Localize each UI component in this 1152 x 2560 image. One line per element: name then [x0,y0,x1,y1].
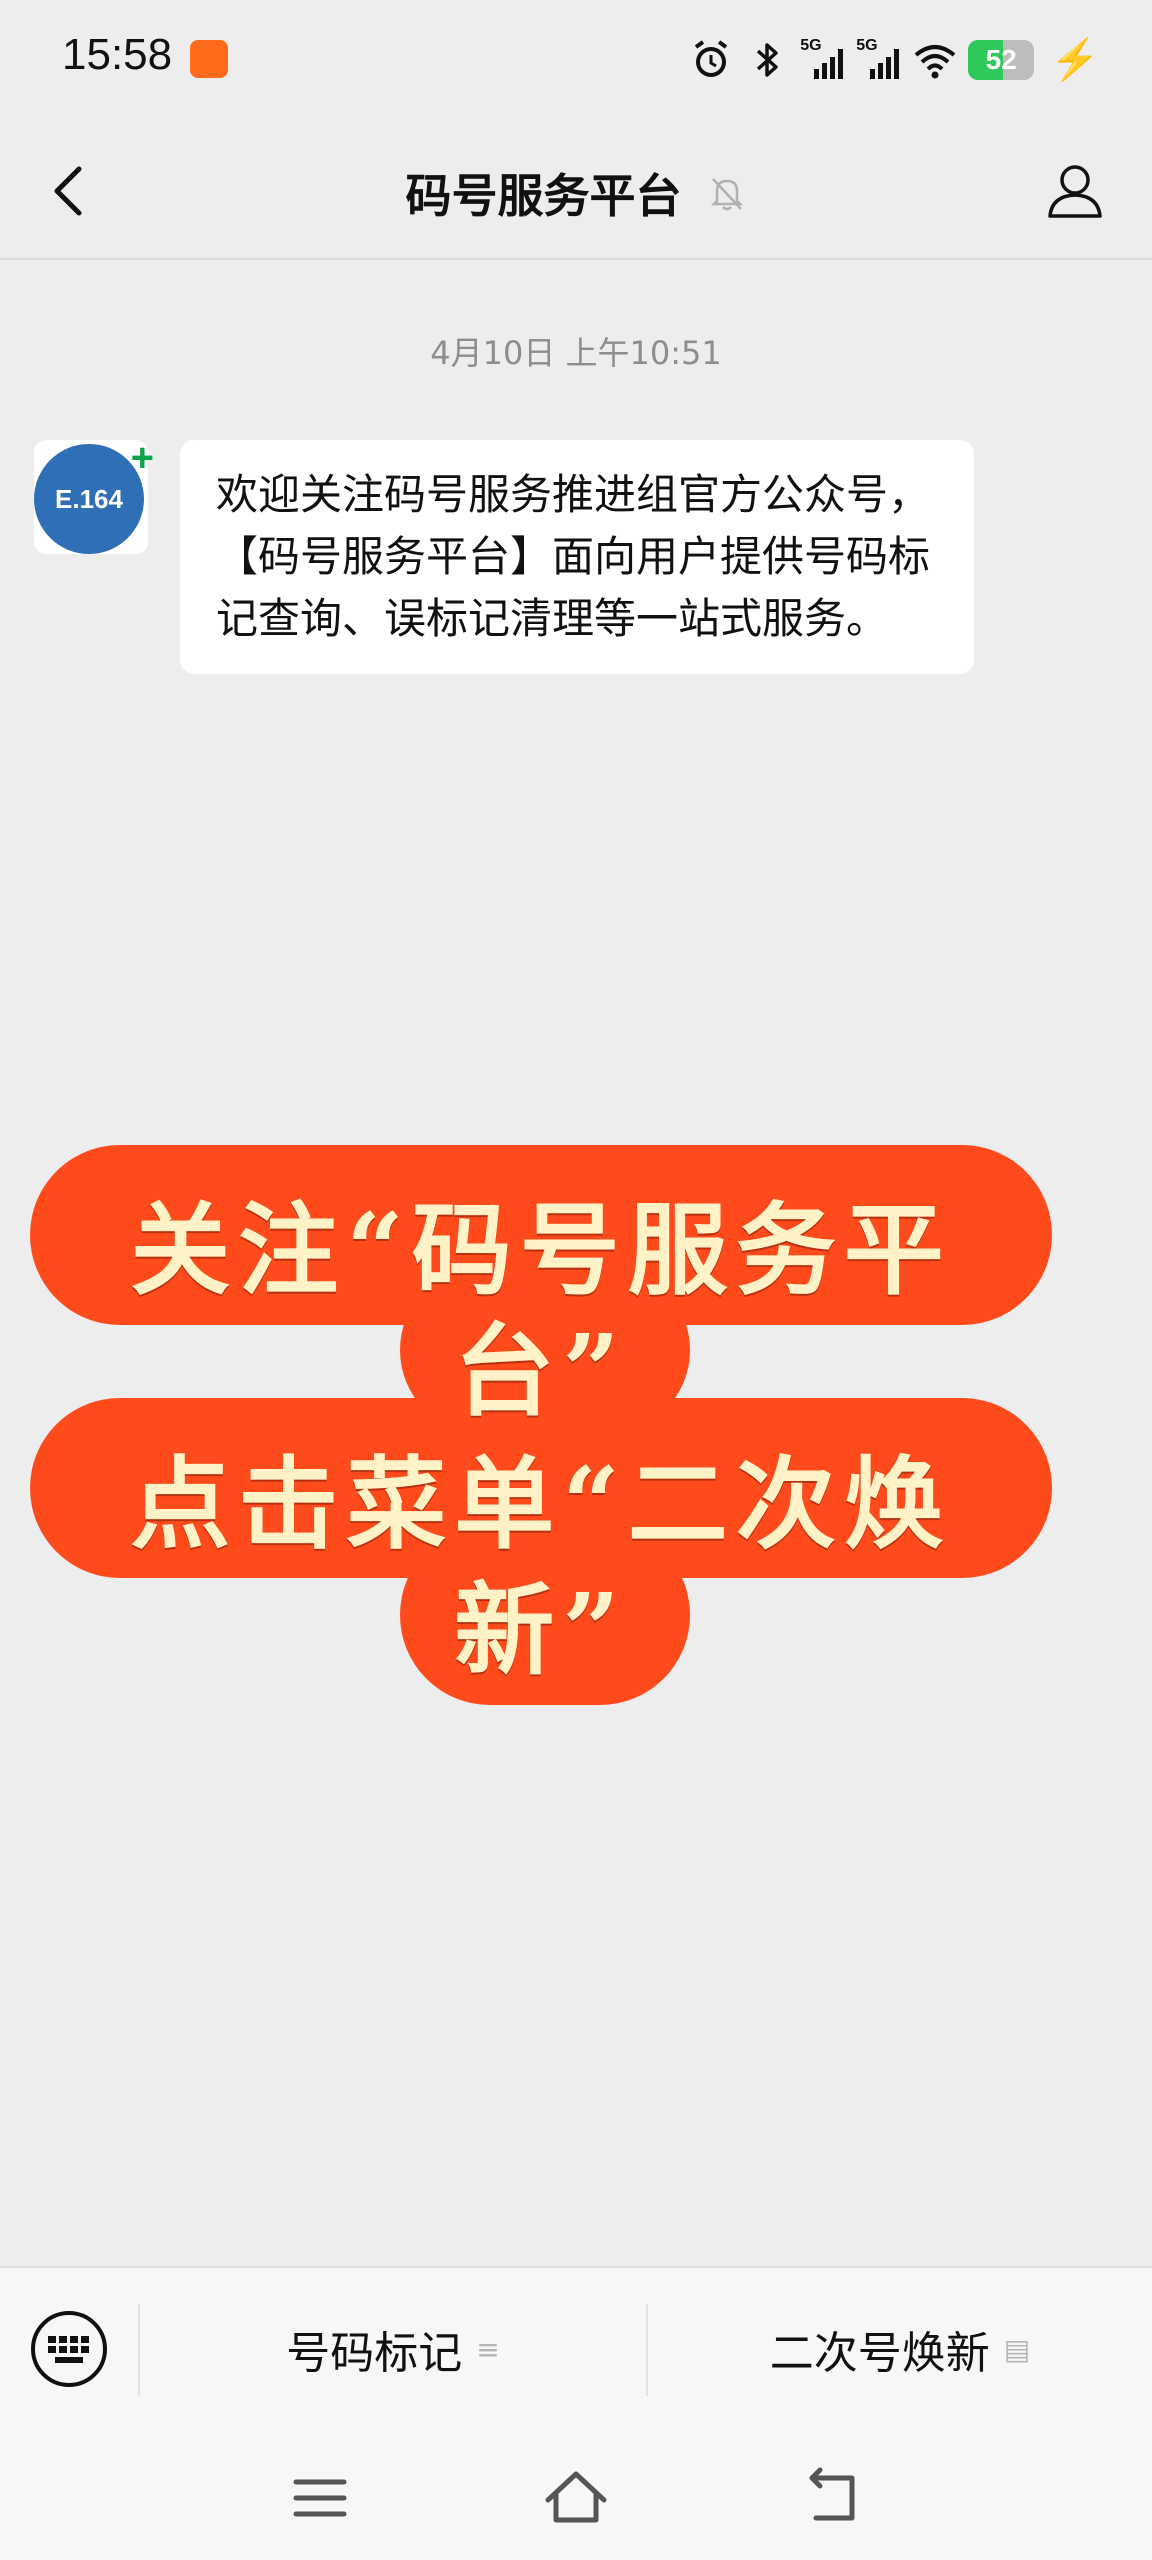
banner-line-2: 台” [454,1312,628,1430]
system-nav-bar [0,2428,1152,2560]
plus-icon: + [130,436,154,480]
nav-title-wrap: 码号服务平台 [0,160,1152,223]
bottom-menu: 号码标记 ≡ 二次号焕新 ▤ [0,2266,1152,2430]
back-nav-icon[interactable] [794,2458,874,2538]
bluetooth-icon [757,42,778,77]
keyboard-icon[interactable] [28,2308,110,2390]
signal-5g-icon: 5G [856,37,902,83]
menu-item-number-mark[interactable]: 号码标记 ≡ [140,2268,646,2430]
menu-item-label: 二次号焕新 [769,2328,990,2379]
nav-bar: 码号服务平台 [0,124,1152,260]
banner-line-4: 新” [454,1571,628,1689]
alarm-icon [695,39,728,77]
promo-overlay: 关注“码号服务平 台” 点击菜单“二次焕 新” [30,1145,1052,1705]
menu-item-label: 号码标记 [286,2328,463,2379]
profile-button[interactable] [1038,154,1112,228]
signal-5g-icon: 5G [800,37,846,83]
avatar-logo: E.164 [34,444,144,554]
page-icon: ▤ [1003,2332,1031,2366]
message-bubble: 欢迎关注码号服务推进组官方公众号，【码号服务平台】面向用户提供号码标记查询、误标… [180,440,974,674]
mute-bell-icon [710,178,743,211]
app-notification-icon [190,40,228,78]
battery-percent: 52 [985,43,1017,75]
charging-bolt-icon: ⚡ [1050,38,1100,82]
status-time: 15:58 [62,30,173,79]
menu-item-number-renew[interactable]: 二次号焕新 ▤ [648,2268,1152,2430]
status-bar: 15:58 5G 5G 52 ⚡ [0,0,1152,124]
menu-icon[interactable] [280,2458,360,2538]
avatar-label: E.164 [55,483,123,514]
message-timestamp: 4月10日 上午10:51 [430,334,722,372]
status-icons: 5G 5G 52 ⚡ [688,36,1100,83]
page-title: 码号服务平台 [405,169,682,223]
avatar[interactable]: E.164 + [34,436,154,554]
person-icon [1048,165,1102,218]
battery-indicator: 52 [968,39,1035,80]
submenu-icon: ≡ [476,2332,500,2366]
banner-line-3: 点击菜单“二次焕 [130,1445,952,1563]
wifi-icon [914,44,956,78]
home-icon[interactable] [536,2458,616,2538]
